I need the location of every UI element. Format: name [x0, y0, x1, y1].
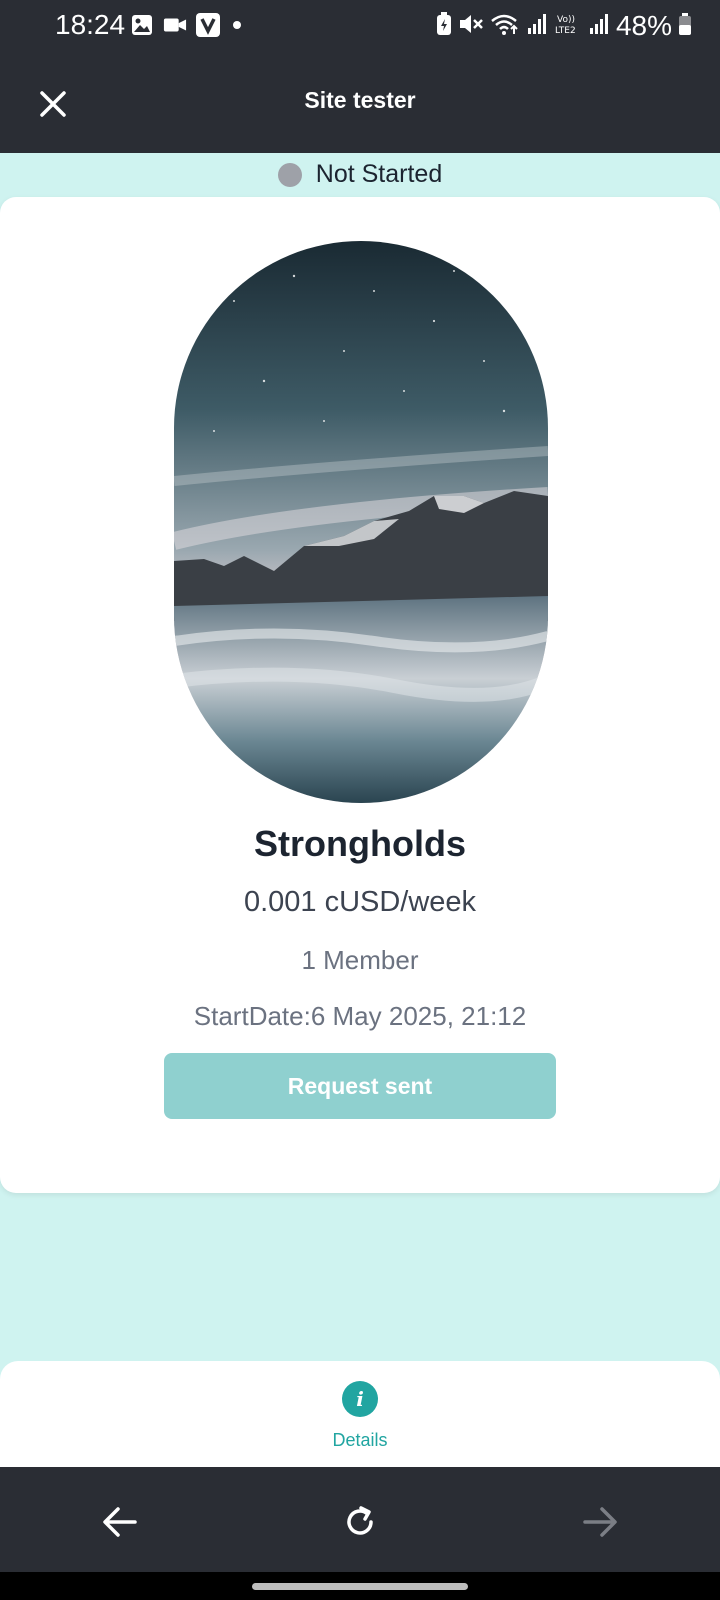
request-sent-button[interactable]: Request sent	[164, 1053, 556, 1119]
status-icons-left	[130, 13, 241, 37]
signal-icon-2	[588, 12, 610, 41]
svg-text:Vo)): Vo))	[557, 15, 575, 25]
status-dot-icon	[277, 162, 302, 187]
mute-icon	[458, 12, 484, 41]
wifi-icon	[490, 12, 520, 41]
status-label: Not Started	[315, 160, 443, 188]
svg-text:LTE2: LTE2	[555, 26, 576, 36]
browser-nav-bar	[0, 1467, 720, 1572]
group-price: 0.001 cUSD/week	[243, 886, 477, 918]
group-status: Not Started	[0, 160, 720, 189]
status-time: 18:24	[55, 9, 126, 40]
group-card: Strongholds 0.001 cUSD/week 1 Member Sta…	[0, 197, 720, 1193]
arrow-left-icon	[103, 1507, 137, 1537]
start-date: StartDate:6 May 2025, 21:12	[193, 1001, 527, 1031]
video-icon	[163, 13, 187, 37]
app-bar: Site tester	[0, 52, 720, 153]
reload-icon	[347, 1506, 373, 1535]
tab-details-label: Details	[332, 1430, 388, 1450]
battery-saver-icon	[436, 11, 452, 41]
reload-button[interactable]	[335, 1497, 385, 1547]
landscape-image	[174, 241, 548, 803]
back-button[interactable]	[95, 1497, 145, 1547]
v-app-icon	[196, 13, 220, 37]
tab-details[interactable]: i Details	[310, 1381, 410, 1461]
arrow-right-icon	[583, 1507, 617, 1537]
volte-icon: Vo)) LTE2	[554, 12, 582, 41]
page-title: Site tester	[304, 87, 416, 113]
group-name: Strongholds	[254, 823, 466, 864]
home-indicator[interactable]	[252, 1583, 468, 1590]
forward-button[interactable]	[575, 1497, 625, 1547]
dot-icon	[233, 21, 241, 29]
gesture-bar	[0, 1572, 720, 1600]
info-icon: i	[342, 1381, 378, 1417]
bottom-tab-bar: i Details	[0, 1361, 720, 1467]
gallery-icon	[130, 13, 154, 37]
signal-icon	[526, 12, 548, 41]
battery-icon	[678, 12, 692, 41]
battery-percent: 48%	[615, 10, 672, 41]
status-bar: 18:24 Vo)) LTE2 48%	[0, 0, 720, 52]
status-icons-right: Vo)) LTE2 48%	[436, 10, 692, 42]
member-count: 1 Member	[301, 945, 419, 975]
